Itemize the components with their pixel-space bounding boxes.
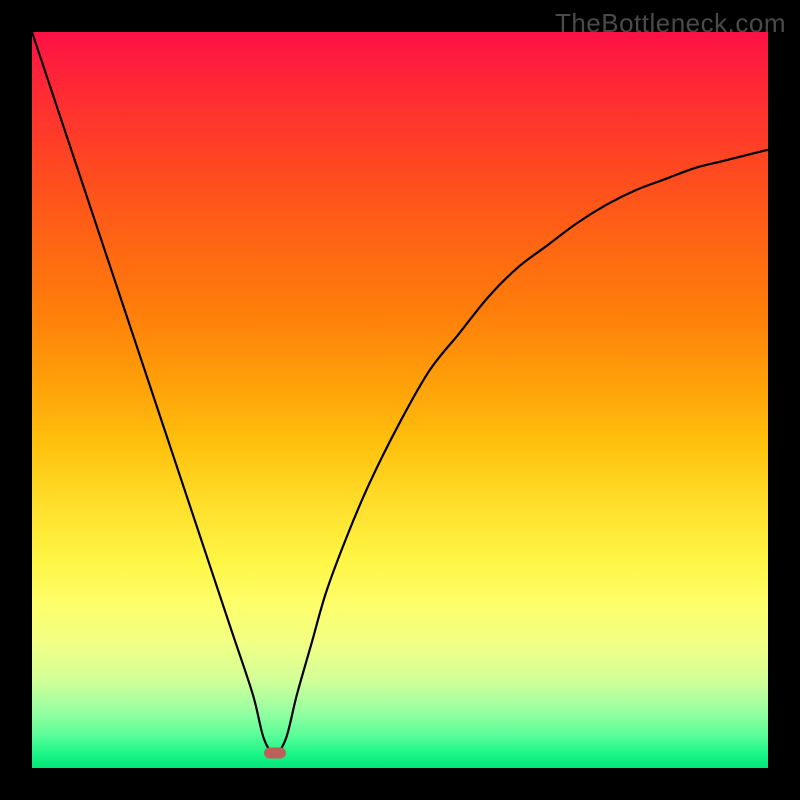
chart-container: TheBottleneck.com bbox=[0, 0, 800, 800]
bottleneck-curve bbox=[32, 32, 768, 753]
watermark-text: TheBottleneck.com bbox=[555, 8, 786, 39]
plot-area bbox=[32, 32, 768, 768]
curve-overlay bbox=[32, 32, 768, 768]
minimum-marker-icon bbox=[264, 748, 286, 759]
